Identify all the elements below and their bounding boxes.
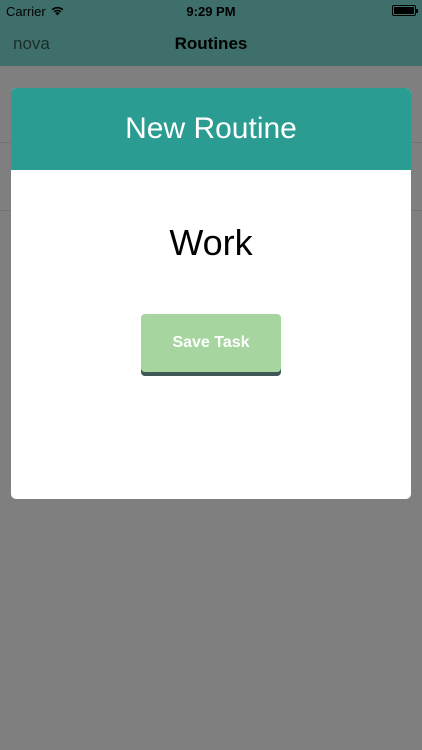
save-task-button[interactable]: Save Task xyxy=(141,314,281,372)
save-task-label: Save Task xyxy=(172,334,250,351)
routine-name: Work xyxy=(169,222,253,263)
modal-header: New Routine xyxy=(11,88,411,170)
carrier-label: Carrier xyxy=(6,3,46,19)
battery-icon xyxy=(392,5,418,16)
wifi-icon xyxy=(50,4,65,19)
nav-title: Routines xyxy=(174,34,248,53)
status-bar: Carrier 9:29 PM xyxy=(0,0,422,22)
nav-bar: nova Routines xyxy=(0,22,422,66)
back-button[interactable]: nova xyxy=(13,34,50,54)
status-left: Carrier xyxy=(6,4,146,19)
new-routine-modal: New Routine Work Save Task xyxy=(11,88,411,499)
modal-title: New Routine xyxy=(125,112,297,145)
